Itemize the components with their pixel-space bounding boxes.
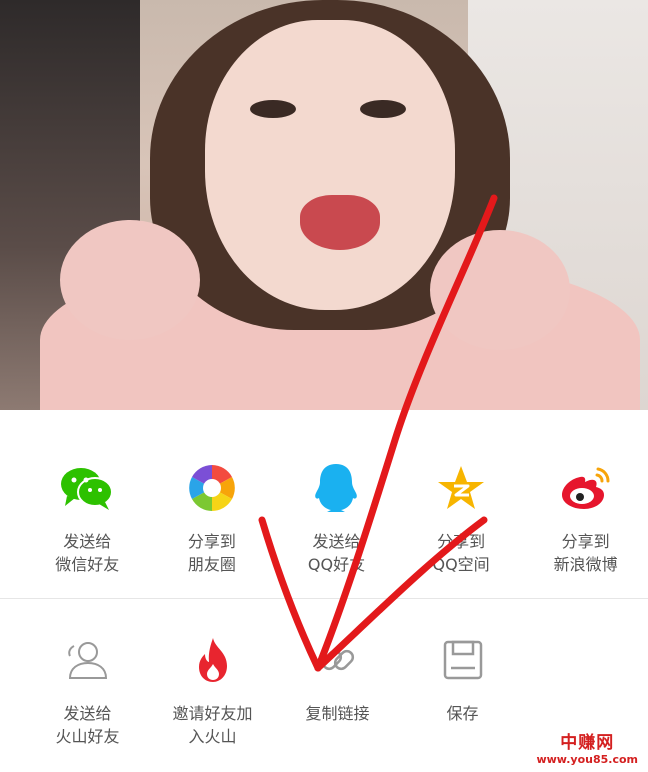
qq-icon bbox=[306, 458, 366, 518]
share-wechat-friend-label: 发送给 微信好友 bbox=[55, 532, 120, 574]
share-moments-label: 分享到 朋友圈 bbox=[187, 532, 236, 574]
watermark: 中赚网 www.you85.com bbox=[536, 728, 638, 766]
share-sheet: 发送给 微信好友 分享到 朋友圈 发送给 QQ好友 分享到 QQ空间 分享到 新… bbox=[0, 410, 648, 772]
share-row-external: 发送给 微信好友 分享到 朋友圈 发送给 QQ好友 分享到 QQ空间 分享到 新… bbox=[0, 458, 648, 576]
send-huoshan-friend-label: 发送给 火山好友 bbox=[55, 704, 120, 746]
person-eye-left bbox=[250, 100, 296, 118]
link-icon bbox=[308, 630, 368, 690]
video-preview[interactable] bbox=[0, 0, 648, 410]
person-mouth bbox=[300, 195, 380, 250]
send-huoshan-friend-button[interactable]: 发送给 火山好友 bbox=[25, 630, 150, 748]
share-qzone-label: 分享到 QQ空间 bbox=[432, 532, 490, 574]
share-weibo-label: 分享到 新浪微博 bbox=[553, 532, 618, 574]
share-qzone-button[interactable]: 分享到 QQ空间 bbox=[399, 458, 524, 576]
share-qq-friend-button[interactable]: 发送给 QQ好友 bbox=[274, 458, 399, 576]
person-hand-right bbox=[430, 230, 570, 350]
moments-icon bbox=[182, 458, 242, 518]
share-qq-friend-label: 发送给 QQ好友 bbox=[307, 532, 366, 574]
huoshan-friend-icon bbox=[58, 630, 118, 690]
copy-link-button[interactable]: 复制链接 bbox=[275, 630, 400, 748]
person-hand-left bbox=[60, 220, 200, 340]
weibo-icon bbox=[556, 458, 616, 518]
share-weibo-button[interactable]: 分享到 新浪微博 bbox=[523, 458, 648, 576]
row-divider bbox=[0, 598, 648, 599]
save-button[interactable]: 保存 bbox=[400, 630, 525, 748]
save-label: 保存 bbox=[446, 704, 479, 723]
flame-icon bbox=[183, 630, 243, 690]
invite-friend-label: 邀请好友加 入火山 bbox=[172, 704, 253, 746]
share-moments-button[interactable]: 分享到 朋友圈 bbox=[150, 458, 275, 576]
person-eye-right bbox=[360, 100, 406, 118]
person-face bbox=[205, 20, 455, 310]
save-icon bbox=[433, 630, 493, 690]
watermark-url: www.you85.com bbox=[536, 753, 638, 766]
wechat-icon bbox=[57, 458, 117, 518]
copy-link-label: 复制链接 bbox=[305, 704, 370, 723]
watermark-brand: 中赚网 bbox=[560, 733, 615, 753]
invite-friend-button[interactable]: 邀请好友加 入火山 bbox=[150, 630, 275, 748]
qzone-icon bbox=[431, 458, 491, 518]
share-wechat-friend-button[interactable]: 发送给 微信好友 bbox=[25, 458, 150, 576]
